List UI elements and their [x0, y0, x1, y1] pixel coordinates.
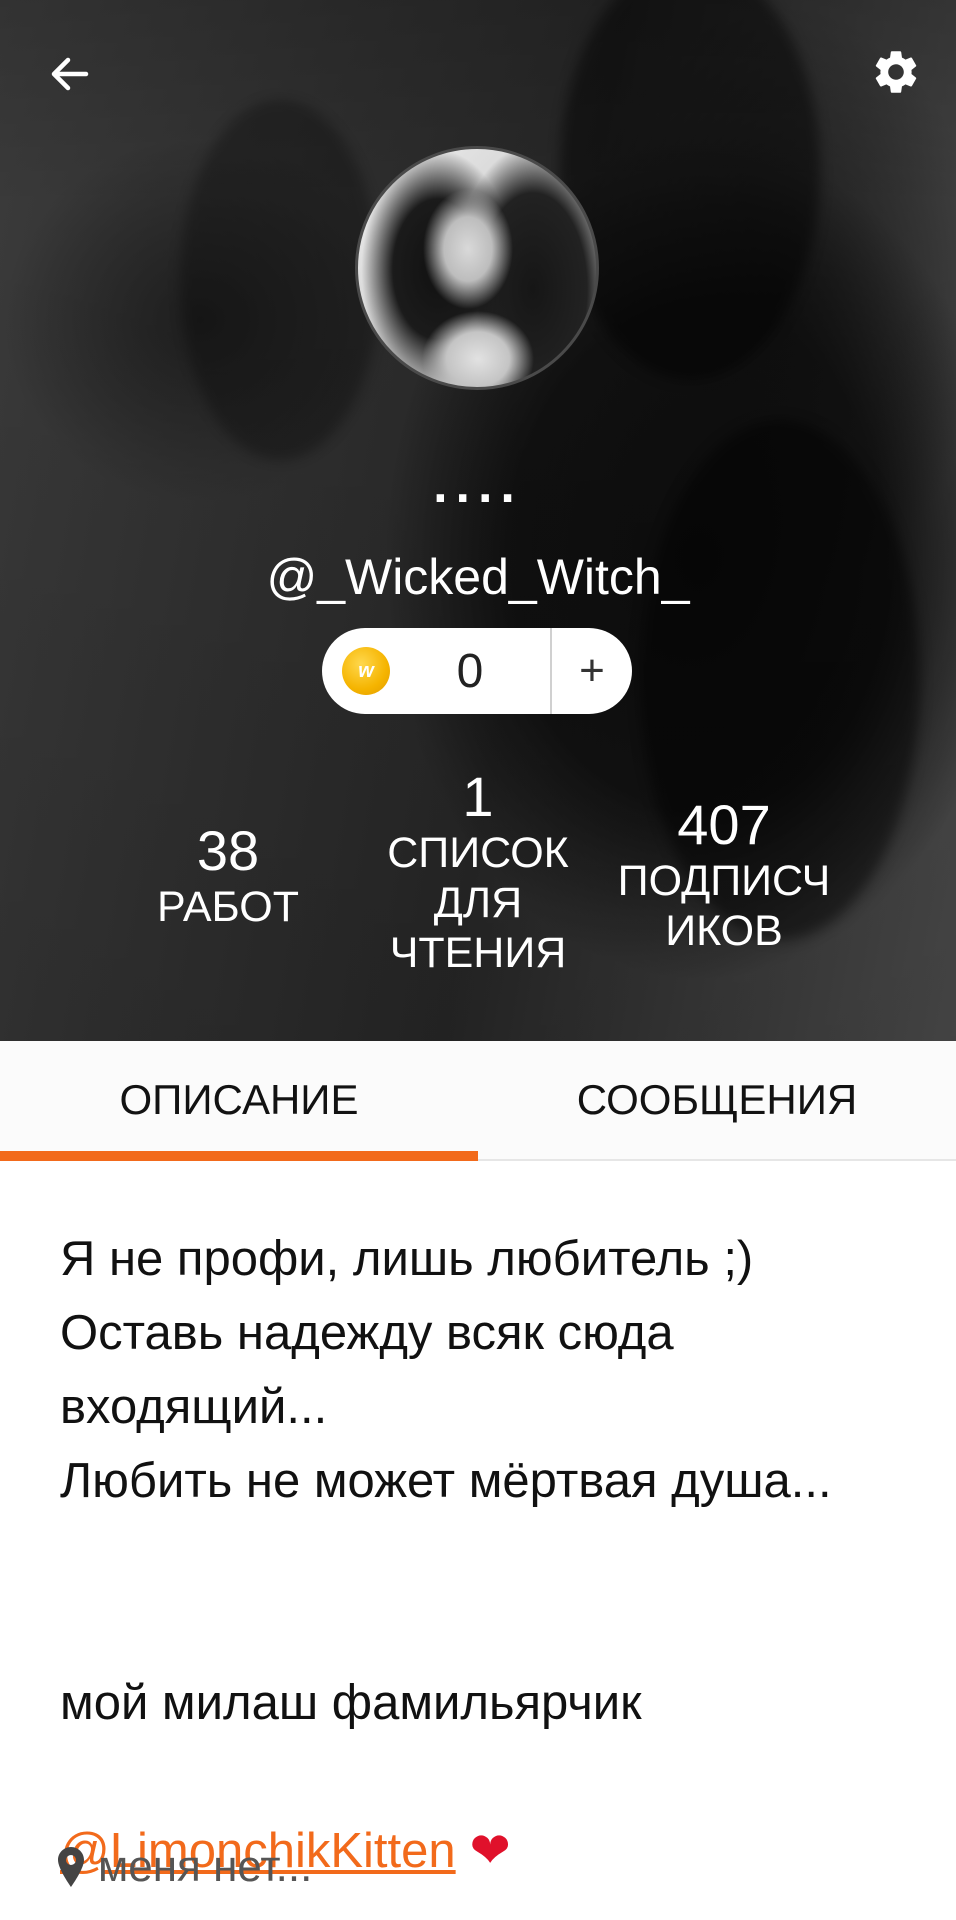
coin-balance: w 0 + — [322, 628, 632, 714]
settings-button[interactable] — [860, 36, 932, 108]
location: меня нет... — [58, 1842, 312, 1892]
coin-icon: w — [342, 647, 390, 695]
username: @_Wicked_Witch_ — [266, 549, 690, 605]
location-text: меня нет... — [98, 1842, 313, 1891]
stat-reading-lists[interactable]: 1 СПИСОК ДЛЯ ЧТЕНИЯ — [370, 766, 586, 978]
coin-count: 0 — [456, 644, 484, 698]
description-text: Я не профи, лишь любитель ;) Оставь наде… — [60, 1232, 832, 1508]
display-name: .... — [433, 456, 523, 514]
mention-prefix: мой милаш фамильярчик — [60, 1676, 642, 1730]
stat-works-value: 38 — [196, 819, 260, 882]
heart-emoji: ❤ — [469, 1824, 511, 1878]
back-button[interactable] — [34, 38, 106, 110]
arrow-left-icon — [51, 57, 89, 91]
add-coins-button[interactable]: + — [552, 628, 632, 714]
profile-description: Я не профи, лишь любитель ;) Оставь наде… — [60, 1222, 920, 1888]
stat-works-label: РАБОТ — [157, 883, 299, 931]
gear-icon — [875, 51, 917, 93]
stat-followers-value: 407 — [677, 793, 771, 856]
stat-works[interactable]: 38 РАБОТ — [128, 820, 328, 932]
location-pin-icon — [58, 1847, 84, 1887]
avatar[interactable] — [355, 146, 599, 390]
profile-tabs: ОПИСАНИЕ СООБЩЕНИЯ — [0, 1041, 956, 1161]
stat-reading-lists-value: 1 — [462, 765, 494, 828]
coin-icon-letter: w — [358, 659, 374, 682]
tab-description[interactable]: ОПИСАНИЕ — [0, 1041, 478, 1161]
stat-followers[interactable]: 407 ПОДПИСЧИКОВ — [606, 794, 842, 956]
profile-header: .... @_Wicked_Witch_ w 0 + 38 РАБОТ 1 СП… — [0, 0, 956, 1041]
tab-messages[interactable]: СООБЩЕНИЯ — [478, 1041, 956, 1159]
stat-followers-label: ПОДПИСЧИКОВ — [617, 857, 831, 955]
stat-reading-lists-label: СПИСОК ДЛЯ ЧТЕНИЯ — [387, 829, 569, 977]
